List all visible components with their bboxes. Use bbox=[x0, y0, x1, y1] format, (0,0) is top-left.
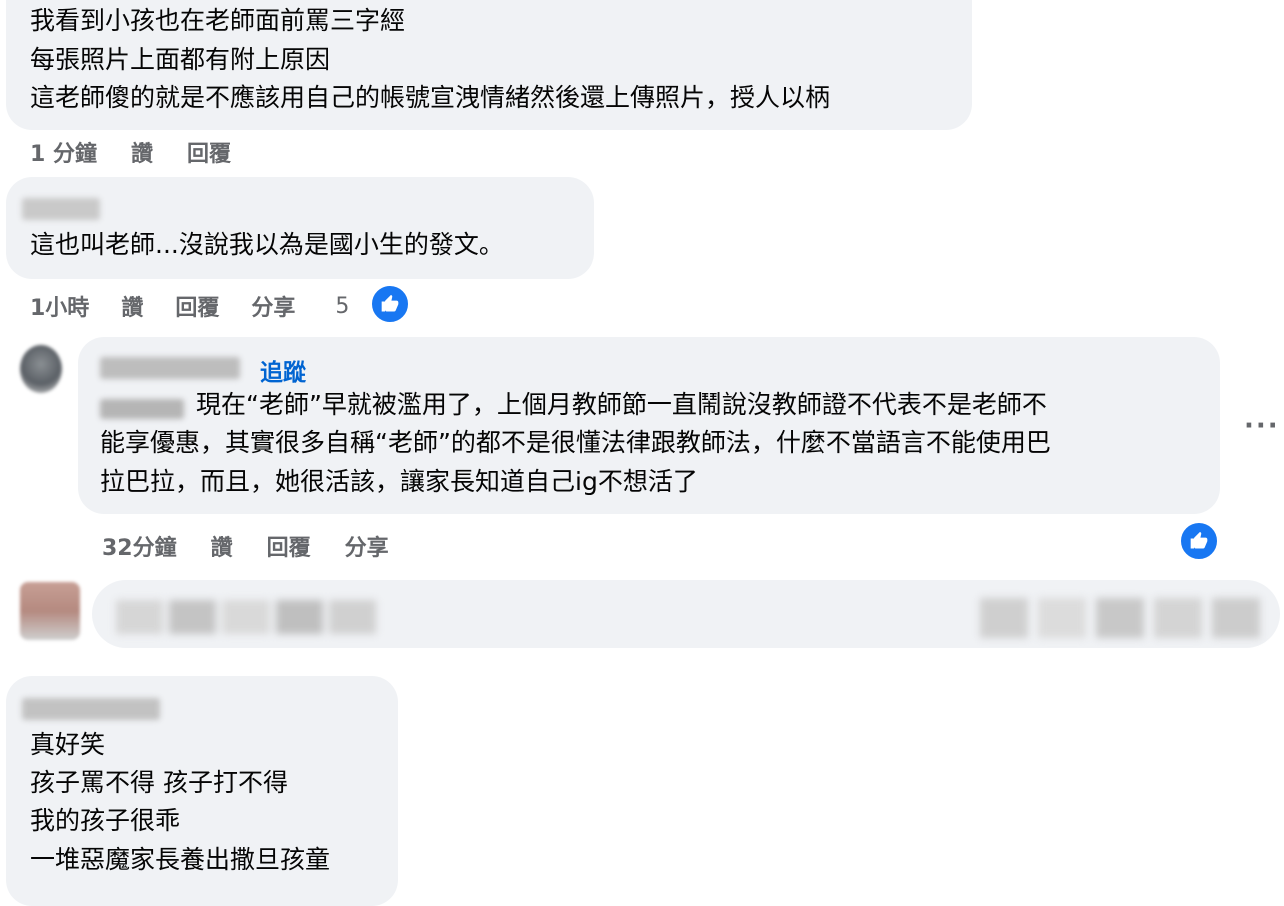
comment-3-like-reaction[interactable] bbox=[1179, 521, 1219, 561]
comment-2-like-reaction[interactable] bbox=[370, 284, 410, 324]
comment-1-time[interactable]: 1 分鐘 bbox=[30, 136, 97, 168]
comment-3-line-3: 拉巴拉，而且，她很活該，讓家長知道自己ig不想活了 bbox=[100, 467, 698, 496]
comment-3-author-tag[interactable] bbox=[100, 399, 184, 419]
thumbs-up-icon bbox=[1190, 531, 1208, 549]
comment-3-actions: 32分鐘 讚 回覆 分享 bbox=[102, 530, 389, 562]
thumbs-up-icon bbox=[381, 294, 399, 312]
comment-1-line-1: 我看到小孩也在老師面前罵三字經 bbox=[30, 6, 406, 35]
comment-3-like-button[interactable]: 讚 bbox=[211, 530, 233, 562]
comment-3-reply-button[interactable]: 回覆 bbox=[267, 530, 311, 562]
comment-3-follow-link[interactable]: 追蹤 bbox=[260, 353, 306, 387]
more-horizontal-icon[interactable]: ··· bbox=[1244, 411, 1280, 441]
comment-2-reply-button[interactable]: 回覆 bbox=[175, 290, 219, 322]
comment-2-text: 這也叫老師...沒說我以為是國小生的發文。 bbox=[30, 230, 504, 259]
composer-placeholder-blur bbox=[116, 600, 377, 634]
comment-4-line-1: 真好笑 bbox=[30, 730, 106, 759]
comment-2-author-name[interactable] bbox=[22, 198, 100, 220]
comment-1-line-3: 這老師傻的就是不應該用自己的帳號宣洩情緒然後還上傳照片，授人以柄 bbox=[30, 83, 831, 112]
comment-4-line-2: 孩子罵不得 孩子打不得 bbox=[30, 768, 288, 797]
comment-3-author-name[interactable] bbox=[100, 357, 240, 379]
comment-2-share-button[interactable]: 分享 bbox=[251, 290, 295, 322]
comment-1-reply-button[interactable]: 回覆 bbox=[187, 136, 231, 168]
comment-3-line-2: 能享優惠，其實很多自稱“老師”的都不是很懂法律跟教師法，什麼不當語言不能使用巴 bbox=[100, 428, 1051, 457]
comment-3-avatar[interactable] bbox=[20, 345, 62, 393]
comment-2-like-button[interactable]: 讚 bbox=[121, 290, 143, 322]
composer-tool-icons-blur[interactable] bbox=[980, 598, 1260, 638]
comment-3-share-button[interactable]: 分享 bbox=[345, 530, 389, 562]
comment-4-line-3: 我的孩子很乖 bbox=[30, 806, 181, 835]
comment-3-time[interactable]: 32分鐘 bbox=[102, 530, 177, 562]
comment-4-author-name[interactable] bbox=[22, 698, 160, 720]
comment-3-line-1: 現在“老師”早就被濫用了，上個月教師節一直鬧說沒教師證不代表不是老師不 bbox=[196, 390, 1047, 419]
comment-1-actions: 1 分鐘 讚 回覆 bbox=[30, 136, 231, 168]
composer-avatar[interactable] bbox=[20, 582, 80, 640]
comment-2-reaction-count[interactable]: 5 bbox=[335, 294, 349, 319]
comment-2-time[interactable]: 1小時 bbox=[30, 290, 89, 322]
comment-1-line-2: 每張照片上面都有附上原因 bbox=[30, 45, 331, 74]
comment-2-actions: 1小時 讚 回覆 分享 5 bbox=[30, 290, 349, 322]
comment-1-like-button[interactable]: 讚 bbox=[131, 136, 153, 168]
